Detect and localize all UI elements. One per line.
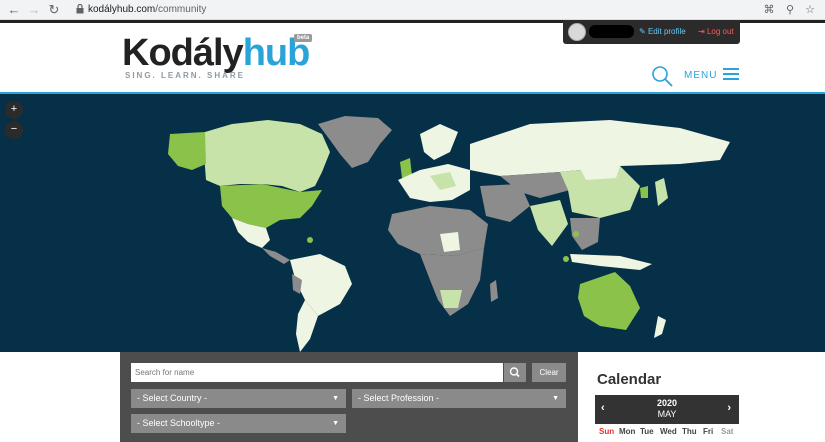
- logout-label: Log out: [706, 27, 734, 36]
- korea-shape: [640, 186, 648, 198]
- weekday-label: Sun: [599, 427, 615, 436]
- zoom-in-button[interactable]: +: [5, 101, 23, 119]
- avatar[interactable]: [568, 23, 586, 41]
- world-map[interactable]: + −: [0, 94, 825, 352]
- calendar-title: Calendar: [597, 371, 662, 388]
- content-area: Clear - Select Country - ▼ - Select Prof…: [0, 352, 825, 442]
- lock-icon: [76, 4, 84, 14]
- name-search-input[interactable]: [131, 363, 503, 382]
- country-select[interactable]: - Select Country - ▼: [131, 389, 346, 408]
- zoom-icon[interactable]: ⚲: [783, 3, 797, 17]
- browser-toolbar: ← → ↻ kodályhub.com/community ⌘ ⚲ ☆: [0, 0, 825, 20]
- indonesia-shape: [570, 254, 652, 270]
- member-marker: [563, 256, 569, 262]
- edit-profile-link[interactable]: ✎ Edit profile: [639, 27, 686, 36]
- member-marker: [573, 231, 579, 237]
- weekday-label: Thu: [682, 427, 697, 436]
- calendar-weekdays: Sun Mon Tue Wed Thu Fri Sat: [597, 427, 741, 439]
- profession-select[interactable]: - Select Profession - ▼: [352, 389, 566, 408]
- clear-button[interactable]: Clear: [532, 363, 566, 382]
- hamburger-icon[interactable]: [723, 68, 739, 81]
- calendar-header: ‹ 2020 MAY ›: [595, 395, 739, 424]
- australia-shape: [578, 272, 640, 330]
- search-button[interactable]: [504, 363, 526, 382]
- weekday-label: Wed: [660, 427, 677, 436]
- caret-down-icon: ▼: [332, 420, 339, 427]
- map-canvas: [168, 116, 730, 352]
- user-bar: ✎ Edit profile ⇥ Log out: [563, 20, 740, 44]
- filter-panel: Clear - Select Country - ▼ - Select Prof…: [120, 352, 578, 442]
- canada-shape: [204, 120, 330, 192]
- africa-north-shape: [388, 206, 488, 256]
- central-america-shape: [262, 248, 290, 264]
- country-select-label: - Select Country -: [137, 393, 208, 403]
- japan-shape: [655, 178, 668, 206]
- weekday-label: Mon: [619, 427, 636, 436]
- back-arrow-icon[interactable]: ←: [6, 2, 22, 18]
- menu-label[interactable]: MENU: [684, 70, 717, 81]
- beta-badge: beta: [294, 34, 313, 42]
- url-text: kodályhub.com/community: [88, 4, 207, 15]
- forward-arrow-icon[interactable]: →: [26, 2, 42, 18]
- india-shape: [530, 200, 568, 246]
- greenland-shape: [318, 116, 392, 168]
- member-marker: [307, 237, 313, 243]
- username-redacted: [589, 25, 634, 38]
- logout-link[interactable]: ⇥ Log out: [698, 27, 734, 36]
- search-icon[interactable]: [651, 65, 673, 87]
- profession-select-label: - Select Profession -: [358, 393, 440, 403]
- site-logo[interactable]: Kodályhub beta SING. LEARN. SHARE: [122, 32, 313, 83]
- calendar-month: MAY: [657, 409, 677, 419]
- scandinavia-shape: [420, 124, 458, 160]
- calendar-year: 2020: [656, 398, 678, 408]
- caret-down-icon: ▼: [332, 395, 339, 402]
- reload-icon[interactable]: ↻: [46, 2, 62, 18]
- search-icon: [509, 367, 520, 378]
- new-zealand-shape: [654, 316, 666, 338]
- translate-icon[interactable]: ⌘: [762, 3, 776, 17]
- edit-profile-label: Edit profile: [647, 27, 686, 36]
- bookmark-star-icon[interactable]: ☆: [803, 3, 817, 17]
- logo-wordmark: Kodályhub: [122, 32, 310, 74]
- madagascar-shape: [490, 280, 498, 302]
- mongolia-shape: [580, 166, 620, 180]
- logo-tagline: SING. LEARN. SHARE: [125, 71, 246, 80]
- zoom-out-button[interactable]: −: [5, 121, 23, 139]
- caret-down-icon: ▼: [552, 395, 559, 402]
- schooltype-select-label: - Select Schooltype -: [137, 418, 221, 428]
- alaska-shape: [168, 132, 206, 170]
- chevron-right-icon[interactable]: ›: [727, 402, 731, 414]
- weekday-label: Tue: [640, 427, 654, 436]
- weekday-label: Sat: [721, 427, 734, 436]
- schooltype-select[interactable]: - Select Schooltype - ▼: [131, 414, 346, 433]
- weekday-label: Fri: [703, 427, 714, 436]
- address-bar[interactable]: kodályhub.com/community: [68, 1, 648, 19]
